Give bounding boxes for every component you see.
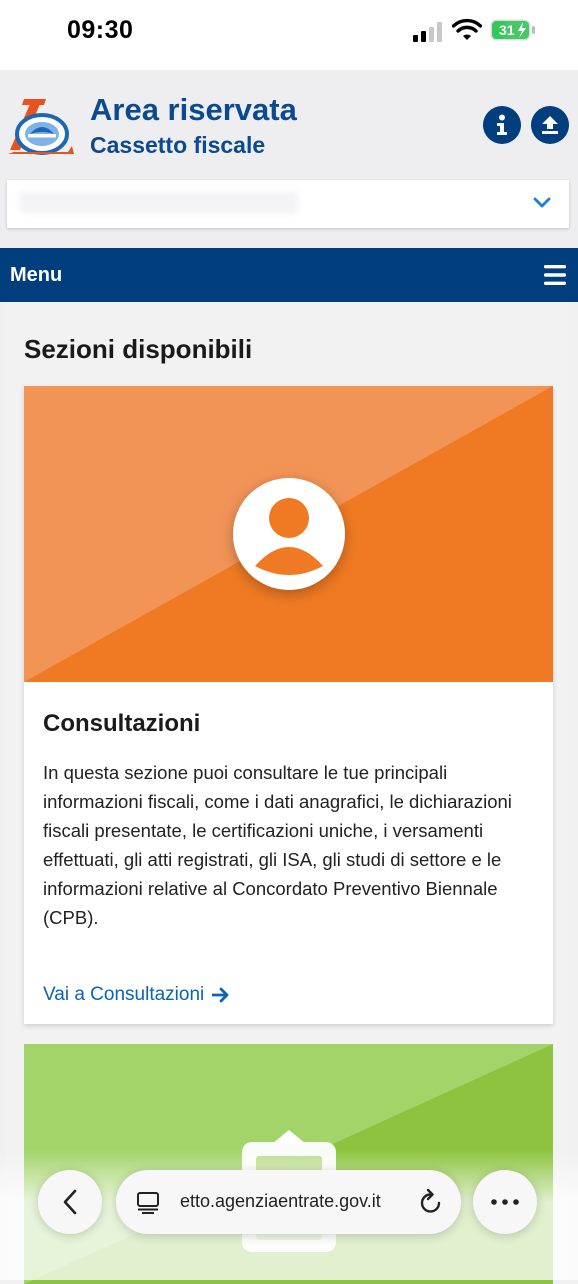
battery-charging-icon: 31 — [490, 19, 535, 41]
status-time: 09:30 — [67, 16, 134, 44]
back-arrow-icon — [63, 1189, 77, 1215]
page-subtitle: Cassetto fiscale — [90, 132, 266, 158]
arrow-right-icon — [212, 987, 229, 1003]
vai-a-consultazioni-link[interactable]: Vai a Consultazioni — [43, 984, 230, 1006]
info-icon — [497, 114, 507, 135]
upload-button[interactable] — [531, 106, 569, 144]
site-header: Area riservata Cassetto fiscale — [0, 70, 578, 248]
wifi-icon — [452, 18, 482, 40]
card-title: Consultazioni — [43, 710, 201, 737]
card-hero-image — [24, 386, 553, 682]
upload-icon — [542, 116, 558, 134]
info-button[interactable] — [483, 106, 521, 144]
card-link-label: Vai a Consultazioni — [43, 984, 205, 1005]
status-bar: 09:30 31 — [0, 0, 578, 70]
back-button[interactable] — [38, 1170, 102, 1234]
card-consultazioni[interactable]: Consultazioni In questa sezione puoi con… — [24, 386, 553, 1024]
tabs-icon[interactable] — [136, 1190, 160, 1214]
user-icon — [233, 478, 345, 590]
menu-label: Menu — [10, 264, 63, 286]
address-bar[interactable]: etto.agenziaentrate.gov.it — [116, 1170, 461, 1234]
select-value-redacted — [19, 192, 299, 214]
chevron-down-icon — [533, 197, 551, 208]
more-button[interactable] — [473, 1170, 537, 1234]
card-description: In questa sezione puoi consultare le tue… — [43, 762, 512, 928]
section-title: Sezioni disponibili — [24, 334, 253, 364]
reload-icon[interactable] — [418, 1188, 444, 1216]
url-text: etto.agenziaentrate.gov.it — [180, 1191, 381, 1211]
signal-icon — [413, 22, 442, 42]
menu-bar[interactable]: Menu — [0, 248, 578, 302]
agenzia-entrate-logo[interactable] — [6, 94, 76, 158]
page-title: Area riservata — [90, 92, 297, 127]
profile-select[interactable] — [7, 180, 569, 228]
hamburger-icon[interactable] — [544, 265, 566, 285]
more-icon — [491, 1199, 519, 1205]
battery-level: 31 — [499, 22, 515, 38]
main-content: Sezioni disponibili Consultazioni In que… — [7, 302, 568, 1284]
